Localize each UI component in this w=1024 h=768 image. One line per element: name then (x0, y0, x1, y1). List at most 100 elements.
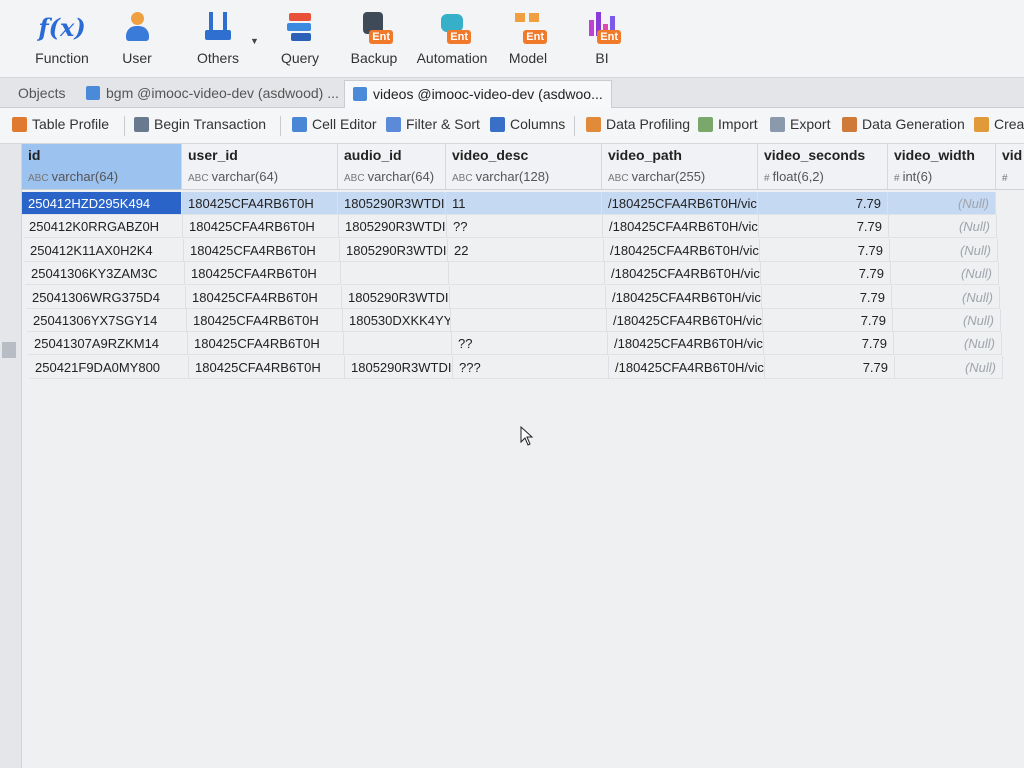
cell-user-id[interactable]: 180425CFA4RB6T0H (187, 309, 343, 332)
cell-video-seconds[interactable]: 7.79 (760, 238, 890, 262)
cell-id[interactable]: 25041307A9RZKM14 (28, 332, 188, 356)
others-dropdown-arrow-icon[interactable]: ▼ (250, 36, 259, 46)
cell-video-width[interactable]: (Null) (890, 238, 998, 262)
column-header-vid[interactable]: vid # (996, 144, 1024, 190)
cell-audio-id[interactable]: 1805290R3WTDI (340, 238, 448, 262)
cell-video-width[interactable]: (Null) (889, 215, 997, 239)
tab-objects[interactable]: Objects (10, 80, 73, 108)
data-generation-button[interactable]: Data Generation (842, 116, 965, 132)
cell-video-desc[interactable] (450, 285, 606, 309)
cell-video-desc[interactable]: ?? (447, 215, 603, 239)
user-icon (120, 10, 154, 44)
cell-video-width[interactable]: (Null) (895, 355, 1003, 379)
cell-video-path[interactable]: /180425CFA4RB6T0H/vic (603, 215, 759, 239)
columns-button[interactable]: Columns (490, 116, 565, 132)
cell-user-id[interactable]: 180425CFA4RB6T0H (186, 285, 342, 309)
type-label: varchar(128) (475, 169, 550, 184)
data-grid[interactable]: id ABC varchar(64) user_id ABC varchar(64) aud… (0, 144, 1024, 768)
filter-sort-button[interactable]: Filter & Sort (386, 116, 480, 132)
column-header-id[interactable]: id ABC varchar(64) (22, 144, 182, 190)
cell-user-id[interactable]: 180425CFA4RB6T0H (185, 262, 341, 286)
begin-transaction-button[interactable]: Begin Transaction (134, 116, 266, 132)
cell-video-path[interactable]: /180425CFA4RB6T0H/vic (606, 285, 762, 309)
column-type: # int(6) (894, 169, 989, 184)
export-button[interactable]: Export (770, 116, 830, 132)
automation-button[interactable]: Ent Automation (412, 6, 492, 66)
cell-video-seconds[interactable]: 7.79 (762, 285, 892, 309)
column-header-audio-id[interactable]: audio_id ABC varchar(64) (338, 144, 446, 190)
tab-videos[interactable]: videos @imooc-video-dev (asdwoo... (344, 80, 612, 108)
cell-id[interactable]: 25041306YX7SGY14 (27, 309, 187, 332)
cell-video-path[interactable]: /180425CFA4RB6T0H/vic (604, 238, 760, 262)
cell-video-path[interactable]: /180425CFA4RB6T0H/vic (602, 192, 758, 215)
backup-button[interactable]: Ent Backup (334, 6, 414, 66)
cell-user-id[interactable]: 180425CFA4RB6T0H (188, 332, 344, 356)
column-header-video-path[interactable]: video_path ABC varchar(255) (602, 144, 758, 190)
column-header-video-seconds[interactable]: video_seconds # float(6,2) (758, 144, 888, 190)
cell-video-path[interactable]: /180425CFA4RB6T0H/vic (609, 355, 765, 379)
column-name: video_desc (452, 147, 529, 163)
cell-video-desc[interactable]: 11 (446, 192, 602, 215)
cell-video-path[interactable]: /180425CFA4RB6T0H/vic (605, 262, 761, 286)
user-button[interactable]: User (97, 6, 177, 66)
cell-user-id[interactable]: 180425CFA4RB6T0H (182, 192, 338, 215)
cell-video-width[interactable]: (Null) (893, 309, 1001, 332)
table-profile-button[interactable]: Table Profile (12, 116, 109, 132)
cell-id[interactable]: 250421F9DA0MY800 (29, 355, 189, 379)
cell-id[interactable]: 25041306KY3ZAM3C (25, 262, 185, 286)
cell-audio-id[interactable]: 1805290R3WTDI (339, 215, 447, 239)
cell-video-desc[interactable]: 22 (448, 238, 604, 262)
column-type: ABC varchar(64) (188, 169, 331, 184)
column-type: ABC varchar(64) (28, 169, 175, 184)
cell-audio-id[interactable]: 180530DXKK4YY (343, 309, 451, 332)
bi-label: BI (595, 50, 609, 66)
cell-audio-id[interactable]: 1805290R3WTDI (338, 192, 446, 215)
cell-video-seconds[interactable]: 7.79 (761, 262, 891, 286)
column-header-video-width[interactable]: video_width # int(6) (888, 144, 996, 190)
function-icon: f(x) (38, 12, 86, 42)
cell-video-width[interactable]: (Null) (892, 285, 1000, 309)
model-button[interactable]: Ent Model (488, 6, 568, 66)
data-profiling-button[interactable]: Data Profiling (586, 116, 690, 132)
action-label: Begin Transaction (154, 116, 267, 132)
cell-video-seconds[interactable]: 7.79 (765, 355, 895, 379)
cell-video-desc[interactable]: ??? (453, 355, 609, 379)
others-button[interactable]: Others (178, 6, 258, 66)
cell-user-id[interactable]: 180425CFA4RB6T0H (184, 238, 340, 262)
cell-video-seconds[interactable]: 7.79 (763, 309, 893, 332)
column-name: video_seconds (764, 147, 866, 163)
tab-bgm[interactable]: bgm @imooc-video-dev (asdwood) ... (78, 80, 347, 108)
query-button[interactable]: Query (260, 6, 340, 66)
cell-id[interactable]: 250412K0RRGABZ0H (23, 215, 183, 239)
cell-video-seconds[interactable]: 7.79 (758, 192, 888, 215)
cell-user-id[interactable]: 180425CFA4RB6T0H (183, 215, 339, 239)
cell-video-width[interactable]: (Null) (891, 262, 999, 286)
cell-video-seconds[interactable]: 7.79 (764, 332, 894, 356)
cell-video-desc[interactable]: ?? (452, 332, 608, 356)
cell-editor-button[interactable]: Cell Editor (292, 116, 377, 132)
column-header-user-id[interactable]: user_id ABC varchar(64) (182, 144, 338, 190)
cell-audio-id[interactable] (341, 262, 449, 286)
create-button[interactable]: Creat (974, 116, 1024, 132)
column-name: video_path (608, 147, 682, 163)
cell-video-path[interactable]: /180425CFA4RB6T0H/vic (607, 309, 763, 332)
cell-id[interactable]: 250412HZD295K494 (22, 192, 182, 215)
bi-button[interactable]: Ent BI (562, 6, 642, 66)
row-header-column[interactable] (0, 144, 22, 768)
cell-audio-id[interactable]: 1805290R3WTDI (345, 355, 453, 379)
cell-id[interactable]: 250412K11AX0H2K4 (24, 238, 184, 262)
cell-video-width[interactable]: (Null) (888, 192, 996, 215)
cell-video-path[interactable]: /180425CFA4RB6T0H/vic (608, 332, 764, 356)
cell-audio-id[interactable]: 1805290R3WTDI (342, 285, 450, 309)
cell-user-id[interactable]: 180425CFA4RB6T0H (189, 355, 345, 379)
cell-audio-id[interactable] (344, 332, 452, 356)
cell-video-desc[interactable] (451, 309, 607, 332)
cell-id[interactable]: 25041306WRG375D4 (26, 285, 186, 309)
cell-video-desc[interactable] (449, 262, 605, 286)
column-header-video-desc[interactable]: video_desc ABC varchar(128) (446, 144, 602, 190)
import-button[interactable]: Import (698, 116, 758, 132)
automation-label: Automation (416, 50, 488, 66)
function-button[interactable]: f(x) Function (22, 6, 102, 67)
cell-video-width[interactable]: (Null) (894, 332, 1002, 356)
cell-video-seconds[interactable]: 7.79 (759, 215, 889, 239)
